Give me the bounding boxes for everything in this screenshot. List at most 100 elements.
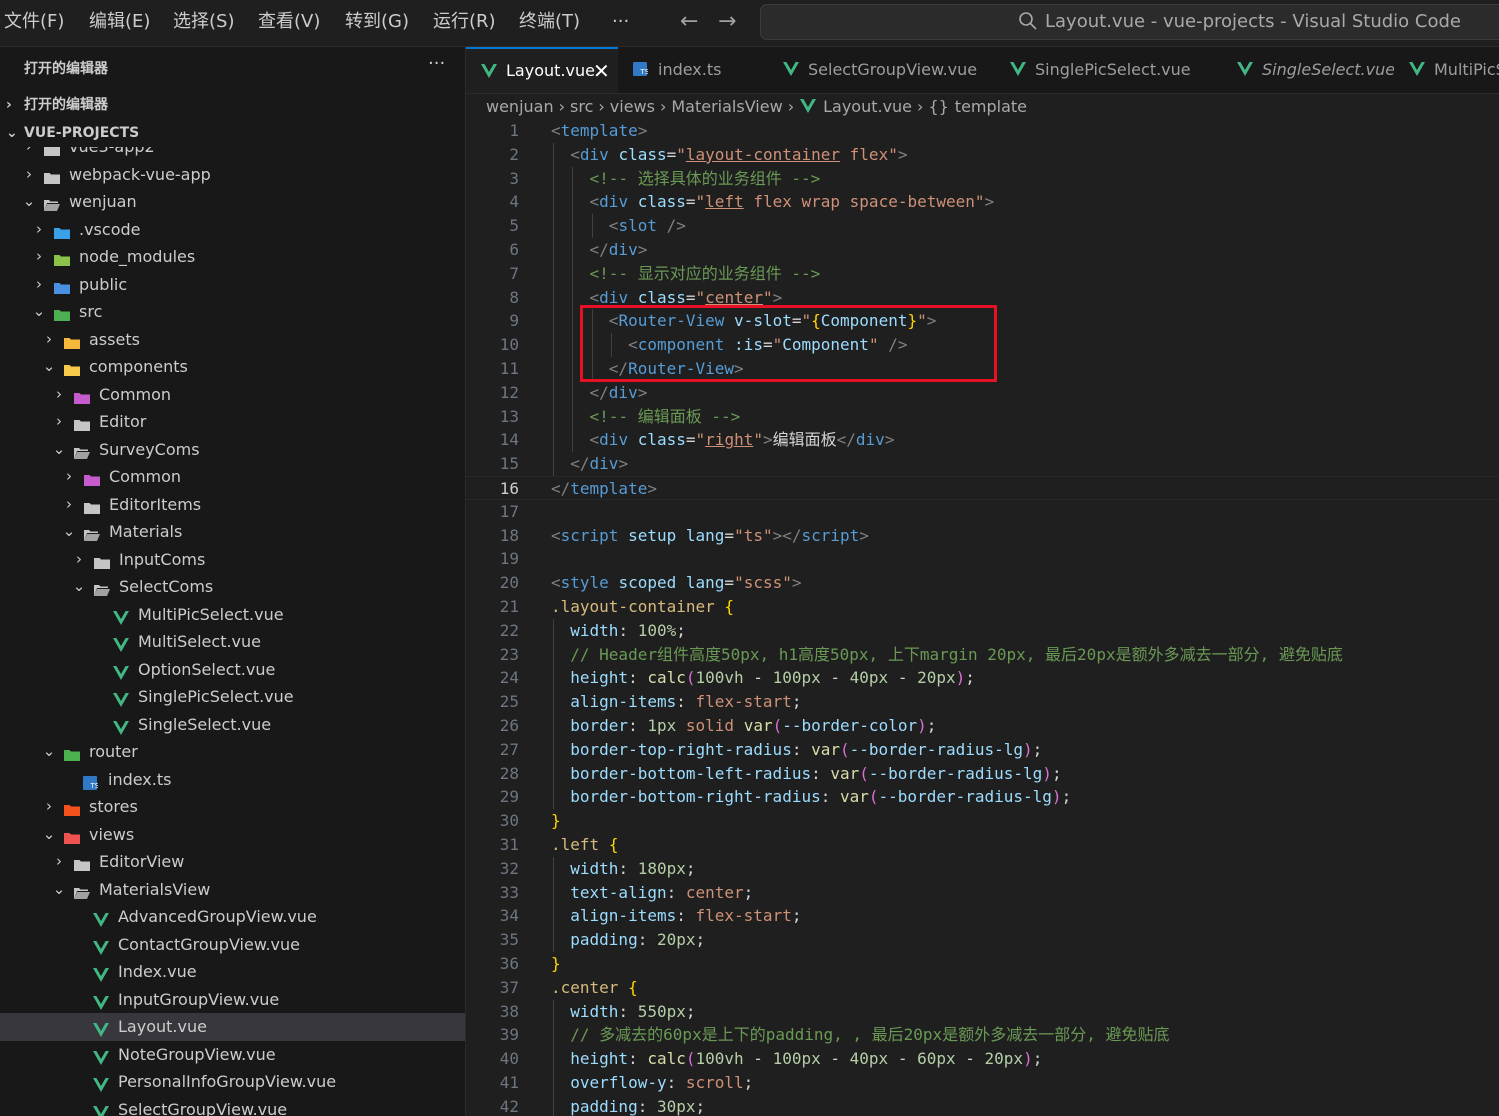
line-number: 39 <box>499 1025 519 1045</box>
tree-item[interactable]: ⌄ MaterialsView <box>0 876 465 904</box>
editor-tab[interactable]: SinglePicSelect.vue <box>995 47 1223 93</box>
node-folder-icon <box>53 249 71 266</box>
code-text: <!-- 显示对应的业务组件 --> <box>551 263 821 283</box>
tree-item[interactable]: › EditorItems <box>0 491 465 519</box>
chevron-down-icon: ⌄ <box>32 302 46 320</box>
forward-arrow-icon[interactable]: → <box>718 0 736 44</box>
tree-item[interactable]: › InputComs <box>0 546 465 574</box>
code-line: 15 </div> <box>466 452 1499 476</box>
menu-item-3[interactable]: 查看(V) <box>258 0 320 44</box>
tree-item[interactable]: › EditorView <box>0 848 465 876</box>
tree-item[interactable]: TS index.ts <box>0 766 465 794</box>
tree-item[interactable]: AdvancedGroupView.vue <box>0 903 465 931</box>
indent-guide <box>572 166 574 453</box>
chevron-down-icon: ⌄ <box>22 192 36 210</box>
menu-item-7[interactable]: ··· <box>612 0 629 44</box>
code-editor[interactable]: 1 <template> 2 <div class="layout-containe… <box>466 119 1499 1116</box>
menu-item-0[interactable]: 文件(F) <box>4 0 64 44</box>
code-line: 31 .left { <box>466 833 1499 857</box>
menu-item-5[interactable]: 运行(R) <box>433 0 496 44</box>
menu-item-4[interactable]: 转到(G) <box>345 0 409 44</box>
tree-item-label: OptionSelect.vue <box>138 659 276 679</box>
menu-item-6[interactable]: 终端(T) <box>519 0 580 44</box>
tree-item[interactable]: SelectGroupView.vue <box>0 1096 465 1116</box>
code-line: 39 // 多减去的60px是上下的padding, , 最后20px是额外多减… <box>466 1023 1499 1047</box>
tree-item[interactable]: InputGroupView.vue <box>0 986 465 1014</box>
tree-item-label: wenjuan <box>69 192 137 211</box>
vue-file-icon <box>782 61 800 81</box>
indent-guide <box>553 618 554 810</box>
ts-file-icon: TS <box>82 772 100 790</box>
chevron-right-icon: › <box>22 147 36 161</box>
chevron-right-icon: › <box>26 164 32 183</box>
tree-item-label: Materials <box>109 522 183 541</box>
more-actions-icon[interactable]: ··· <box>428 53 445 74</box>
tree-item[interactable]: SingleSelect.vue <box>0 711 465 739</box>
breadcrumb-item[interactable]: Layout.vue <box>823 94 912 120</box>
tree-item[interactable]: › Common <box>0 463 465 491</box>
editor-tab[interactable]: SelectGroupView.vue <box>768 47 996 93</box>
tree-item[interactable]: Index.vue <box>0 958 465 986</box>
tree-item[interactable]: › .vscode <box>0 216 465 244</box>
menu-item-2[interactable]: 选择(S) <box>173 0 234 44</box>
command-center-search[interactable]: Layout.vue - vue-projects - Visual Studi… <box>760 4 1499 40</box>
section-open-editors[interactable]: › 打开的编辑器 <box>0 92 465 118</box>
tree-item-label: MaterialsView <box>99 879 211 899</box>
chevron-down-icon: ⌄ <box>42 742 56 760</box>
vue-file-icon <box>92 909 110 927</box>
menu-item-1[interactable]: 编辑(E) <box>89 0 150 44</box>
tree-item[interactable]: Layout.vue <box>0 1013 465 1041</box>
tree-item[interactable]: ⌄ src <box>0 298 465 326</box>
breadcrumb-item[interactable]: MaterialsView <box>671 94 782 120</box>
code-line: 26 border: 1px solid var(--border-color)… <box>466 714 1499 738</box>
tree-item[interactable]: ⌄ components <box>0 353 465 381</box>
tree-item[interactable]: ⌄ router <box>0 738 465 766</box>
code-text: <!-- 选择具体的业务组件 --> <box>551 168 821 188</box>
tree-item[interactable]: ⌄ wenjuan <box>0 188 465 216</box>
vue-file-icon <box>92 964 110 982</box>
tree-item[interactable]: › Common <box>0 381 465 409</box>
tree-item-label: InputComs <box>119 549 206 569</box>
tree-item[interactable]: ⌄ views <box>0 821 465 849</box>
code-text: <!-- 编辑面板 --> <box>551 406 741 426</box>
tree-item[interactable]: NoteGroupView.vue <box>0 1041 465 1069</box>
chevron-right-icon: › <box>659 97 667 116</box>
tree-item[interactable]: SinglePicSelect.vue <box>0 683 465 711</box>
back-arrow-icon[interactable]: ← <box>680 0 698 44</box>
breadcrumb-item[interactable]: src <box>570 94 593 120</box>
tree-item[interactable]: ContactGroupView.vue <box>0 931 465 959</box>
line-number: 19 <box>499 549 519 569</box>
editor-tab[interactable]: SingleSelect.vue <box>1222 47 1395 93</box>
breadcrumb-item[interactable]: wenjuan <box>486 94 554 120</box>
tree-item[interactable]: › stores <box>0 793 465 821</box>
tree-item[interactable]: ⌄ SurveyComs <box>0 436 465 464</box>
tree-item[interactable]: › public <box>0 271 465 299</box>
editor-tab-label: SingleSelect.vue <box>1262 60 1396 79</box>
breadcrumb-item[interactable]: views <box>610 94 655 120</box>
editor-tab[interactable]: Layout.vue ✕ <box>466 47 619 93</box>
folder-icon <box>93 552 111 569</box>
tree-item[interactable]: › vue3-app2 <box>0 147 465 161</box>
tree-item[interactable]: MultiSelect.vue <box>0 628 465 656</box>
breadcrumb-item[interactable]: template <box>955 94 1027 120</box>
close-icon[interactable]: ✕ <box>593 49 610 93</box>
tree-item-label: Index.vue <box>118 962 197 981</box>
code-text: width: 100%; <box>551 620 686 640</box>
editor-tab-label: SelectGroupView.vue <box>808 60 978 79</box>
tree-item-label: assets <box>89 329 140 349</box>
tree-item[interactable]: ⌄ Materials <box>0 518 465 546</box>
editor-tab[interactable]: MultiPicSelect.vue <box>1394 47 1499 93</box>
tree-item[interactable]: › assets <box>0 326 465 354</box>
editor-tab[interactable]: TS index.ts <box>618 47 769 93</box>
tree-item[interactable]: MultiPicSelect.vue <box>0 601 465 629</box>
braces-icon: {} <box>928 97 949 116</box>
tree-item[interactable]: › node_modules <box>0 243 465 271</box>
tree-item[interactable]: › webpack-vue-app <box>0 161 465 189</box>
tree-item-label: SinglePicSelect.vue <box>138 687 294 706</box>
tree-item[interactable]: › Editor <box>0 408 465 436</box>
tree-item[interactable]: PersonalInfoGroupView.vue <box>0 1068 465 1096</box>
tree-item[interactable]: ⌄ SelectComs <box>0 573 465 601</box>
tree-item-label: ContactGroupView.vue <box>118 934 300 954</box>
section-vue-projects[interactable]: ⌄ VUE-PROJECTS <box>0 120 465 146</box>
tree-item[interactable]: OptionSelect.vue <box>0 656 465 684</box>
